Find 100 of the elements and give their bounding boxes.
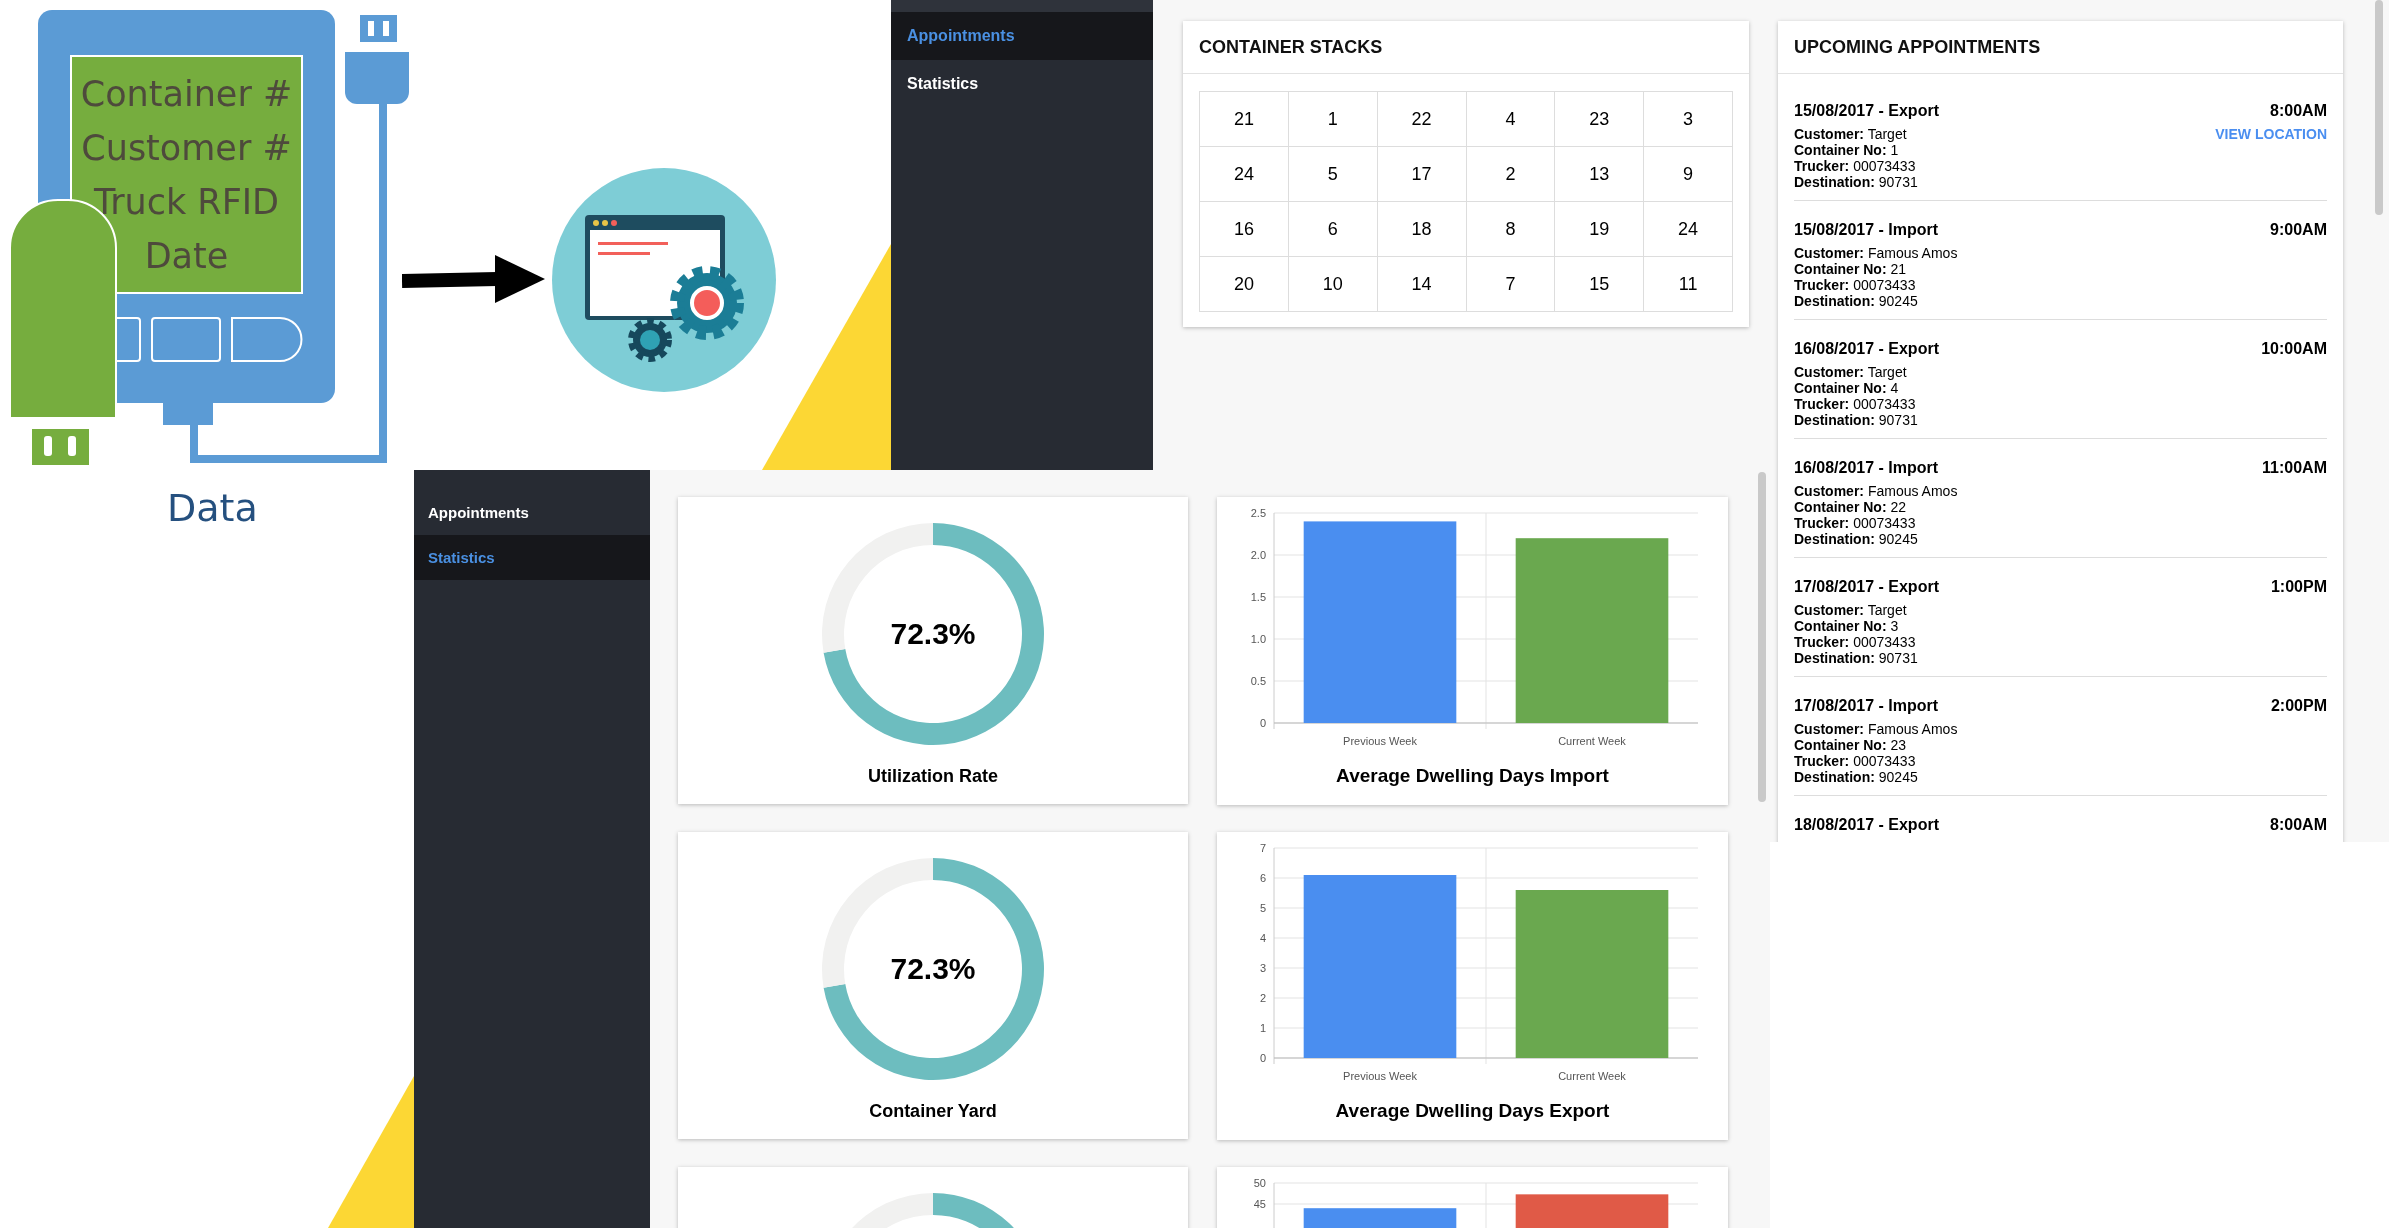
caption-text: Data	[167, 486, 258, 530]
table-cell: 17	[1377, 147, 1467, 202]
table-cell: 4	[1466, 92, 1556, 147]
table-cell: 18	[1377, 202, 1467, 257]
appointment-detail: Container No: 21	[1794, 261, 1908, 277]
scrollbar[interactable]	[2375, 0, 2383, 215]
table-cell: 1	[1288, 92, 1378, 147]
appointment-detail: Container No: 23	[1794, 737, 1908, 753]
table-cell: 2	[1466, 147, 1556, 202]
sidebar-item[interactable]: Statistics	[414, 535, 650, 580]
table-cell: 13	[1555, 147, 1645, 202]
appointment-detail: Customer: Target	[1794, 364, 1908, 380]
appointment-detail: Destination: 90731	[1794, 174, 1919, 190]
appointment-time: 1:00PM	[2270, 578, 2327, 596]
axis-tick-label: 0	[1259, 1052, 1266, 1064]
axis-tick-label: 1	[1259, 1022, 1266, 1034]
axis-category-label: Current Week	[1557, 735, 1626, 747]
axis-tick-label: 1.5	[1250, 591, 1266, 603]
appointment-detail: Destination: 90245	[1794, 531, 1919, 547]
screen-text: Truck RFID	[93, 181, 280, 224]
appointment-time: 2:00PM	[2270, 697, 2327, 715]
arrow-icon	[402, 255, 545, 303]
appointment-detail: Trucker: 00073433	[1794, 158, 1917, 174]
sidebar-item[interactable]: Statistics	[891, 60, 1153, 108]
table-cell: 24	[1200, 147, 1289, 202]
sidebar-item[interactable]: Appointments	[891, 12, 1153, 60]
screen-text: Container #	[80, 73, 293, 116]
appointment-detail: Customer: Famous Amos	[1794, 245, 1958, 261]
table-cell: 11	[1644, 257, 1733, 312]
table-cell: 14	[1377, 257, 1467, 312]
table-cell: 9	[1644, 147, 1733, 202]
appointment-title: 17/08/2017 - Export	[1794, 578, 1939, 596]
appointment-detail: Container No: 3	[1794, 618, 1900, 634]
chart-title: Average Dwelling Days Export	[1335, 1100, 1610, 1122]
appointment-time: 9:00AM	[2270, 221, 2327, 239]
appointment-time: 8:00AM	[2270, 102, 2327, 120]
axis-tick-label: 0	[1259, 717, 1266, 729]
appointment-time: 11:00AM	[2262, 459, 2327, 477]
table-cell: 8	[1466, 202, 1556, 257]
view-location-link[interactable]: VIEW LOCATION	[2215, 126, 2327, 142]
donut-label: Utilization Rate	[868, 766, 998, 787]
axis-tick-label: 4	[1259, 932, 1266, 944]
axis-category-label: Previous Week	[1342, 1070, 1417, 1082]
appointment-title: 16/08/2017 - Export	[1794, 340, 1939, 358]
axis-tick-label: 1.0	[1250, 633, 1266, 645]
appointment-detail: Trucker: 00073433	[1794, 396, 1917, 412]
appointment-time: 10:00AM	[2261, 340, 2327, 358]
appointment-detail: Customer: Target	[1794, 602, 1908, 618]
sidebar-item[interactable]: Appointments	[414, 490, 650, 535]
appointment-title: 15/08/2017 - Export	[1794, 102, 1939, 120]
table-cell: 3	[1644, 92, 1733, 147]
appointment-detail: Destination: 90731	[1794, 650, 1919, 666]
axis-tick-label: 2.5	[1250, 507, 1266, 519]
appointment-title: 15/08/2017 - Import	[1794, 221, 1940, 239]
appointment-time: 8:00AM	[2270, 816, 2327, 834]
axis-tick-label: 5	[1259, 902, 1266, 914]
table-cell: 19	[1555, 202, 1645, 257]
scrollbar[interactable]	[1758, 472, 1766, 802]
percentage-value: 72.3%	[890, 952, 976, 986]
appointment-detail: Trucker: 00073433	[1794, 515, 1917, 531]
appointment-detail: Trucker: 00073433	[1794, 277, 1917, 293]
axis-category-label: Previous Week	[1342, 735, 1417, 747]
table-cell: 5	[1288, 147, 1378, 202]
appointment-title: 17/08/2017 - Import	[1794, 697, 1940, 715]
appointment-detail: Trucker: 00073433	[1794, 634, 1917, 650]
appointment-detail: Destination: 90731	[1794, 412, 1919, 428]
app-settings-icon	[552, 168, 776, 392]
appointment-detail: Customer: Famous Amos	[1794, 483, 1958, 499]
table-cell: 16	[1200, 202, 1289, 257]
table-cell: 20	[1200, 257, 1289, 312]
axis-tick-label: 7	[1259, 842, 1266, 854]
axis-tick-label: 0.5	[1250, 675, 1266, 687]
table-cell: 23	[1555, 92, 1645, 147]
appointment-detail: Trucker: 00073433	[1794, 753, 1917, 769]
appointment-detail: Container No: 1	[1794, 142, 1900, 158]
axis-tick-label: 2	[1259, 992, 1266, 1004]
screen-text: Customer #	[81, 127, 292, 170]
appointment-detail: Destination: 90245	[1794, 293, 1919, 309]
axis-tick-label: 2.0	[1250, 549, 1266, 561]
axis-tick-label: 50	[1253, 1177, 1266, 1189]
appointment-title: 16/08/2017 - Import	[1794, 459, 1940, 477]
percentage-value: 72.3%	[890, 617, 976, 651]
card-title: UPCOMING APPOINTMENTS	[1778, 21, 2343, 74]
table-cell: 7	[1466, 257, 1556, 312]
appointment-detail: Customer: Famous Amos	[1794, 721, 1958, 737]
appointment-detail: Destination: 90245	[1794, 769, 1919, 785]
table-cell: 22	[1377, 92, 1467, 147]
axis-tick-label: 6	[1259, 872, 1266, 884]
axis-category-label: Current Week	[1557, 1070, 1626, 1082]
axis-tick-label: 45	[1253, 1198, 1266, 1210]
appointment-title: 18/08/2017 - Export	[1794, 816, 1939, 834]
table-cell: 21	[1200, 92, 1289, 147]
table-cell: 15	[1555, 257, 1645, 312]
appointment-detail: Container No: 4	[1794, 380, 1900, 396]
card-title: CONTAINER STACKS	[1183, 21, 1749, 74]
appointment-detail: Customer: Target	[1794, 126, 1908, 142]
chart-title: Average Dwelling Days Import	[1336, 765, 1609, 787]
table-cell: 10	[1288, 257, 1378, 312]
appointment-detail: Container No: 22	[1794, 499, 1908, 515]
screen-text: Date	[144, 235, 229, 278]
